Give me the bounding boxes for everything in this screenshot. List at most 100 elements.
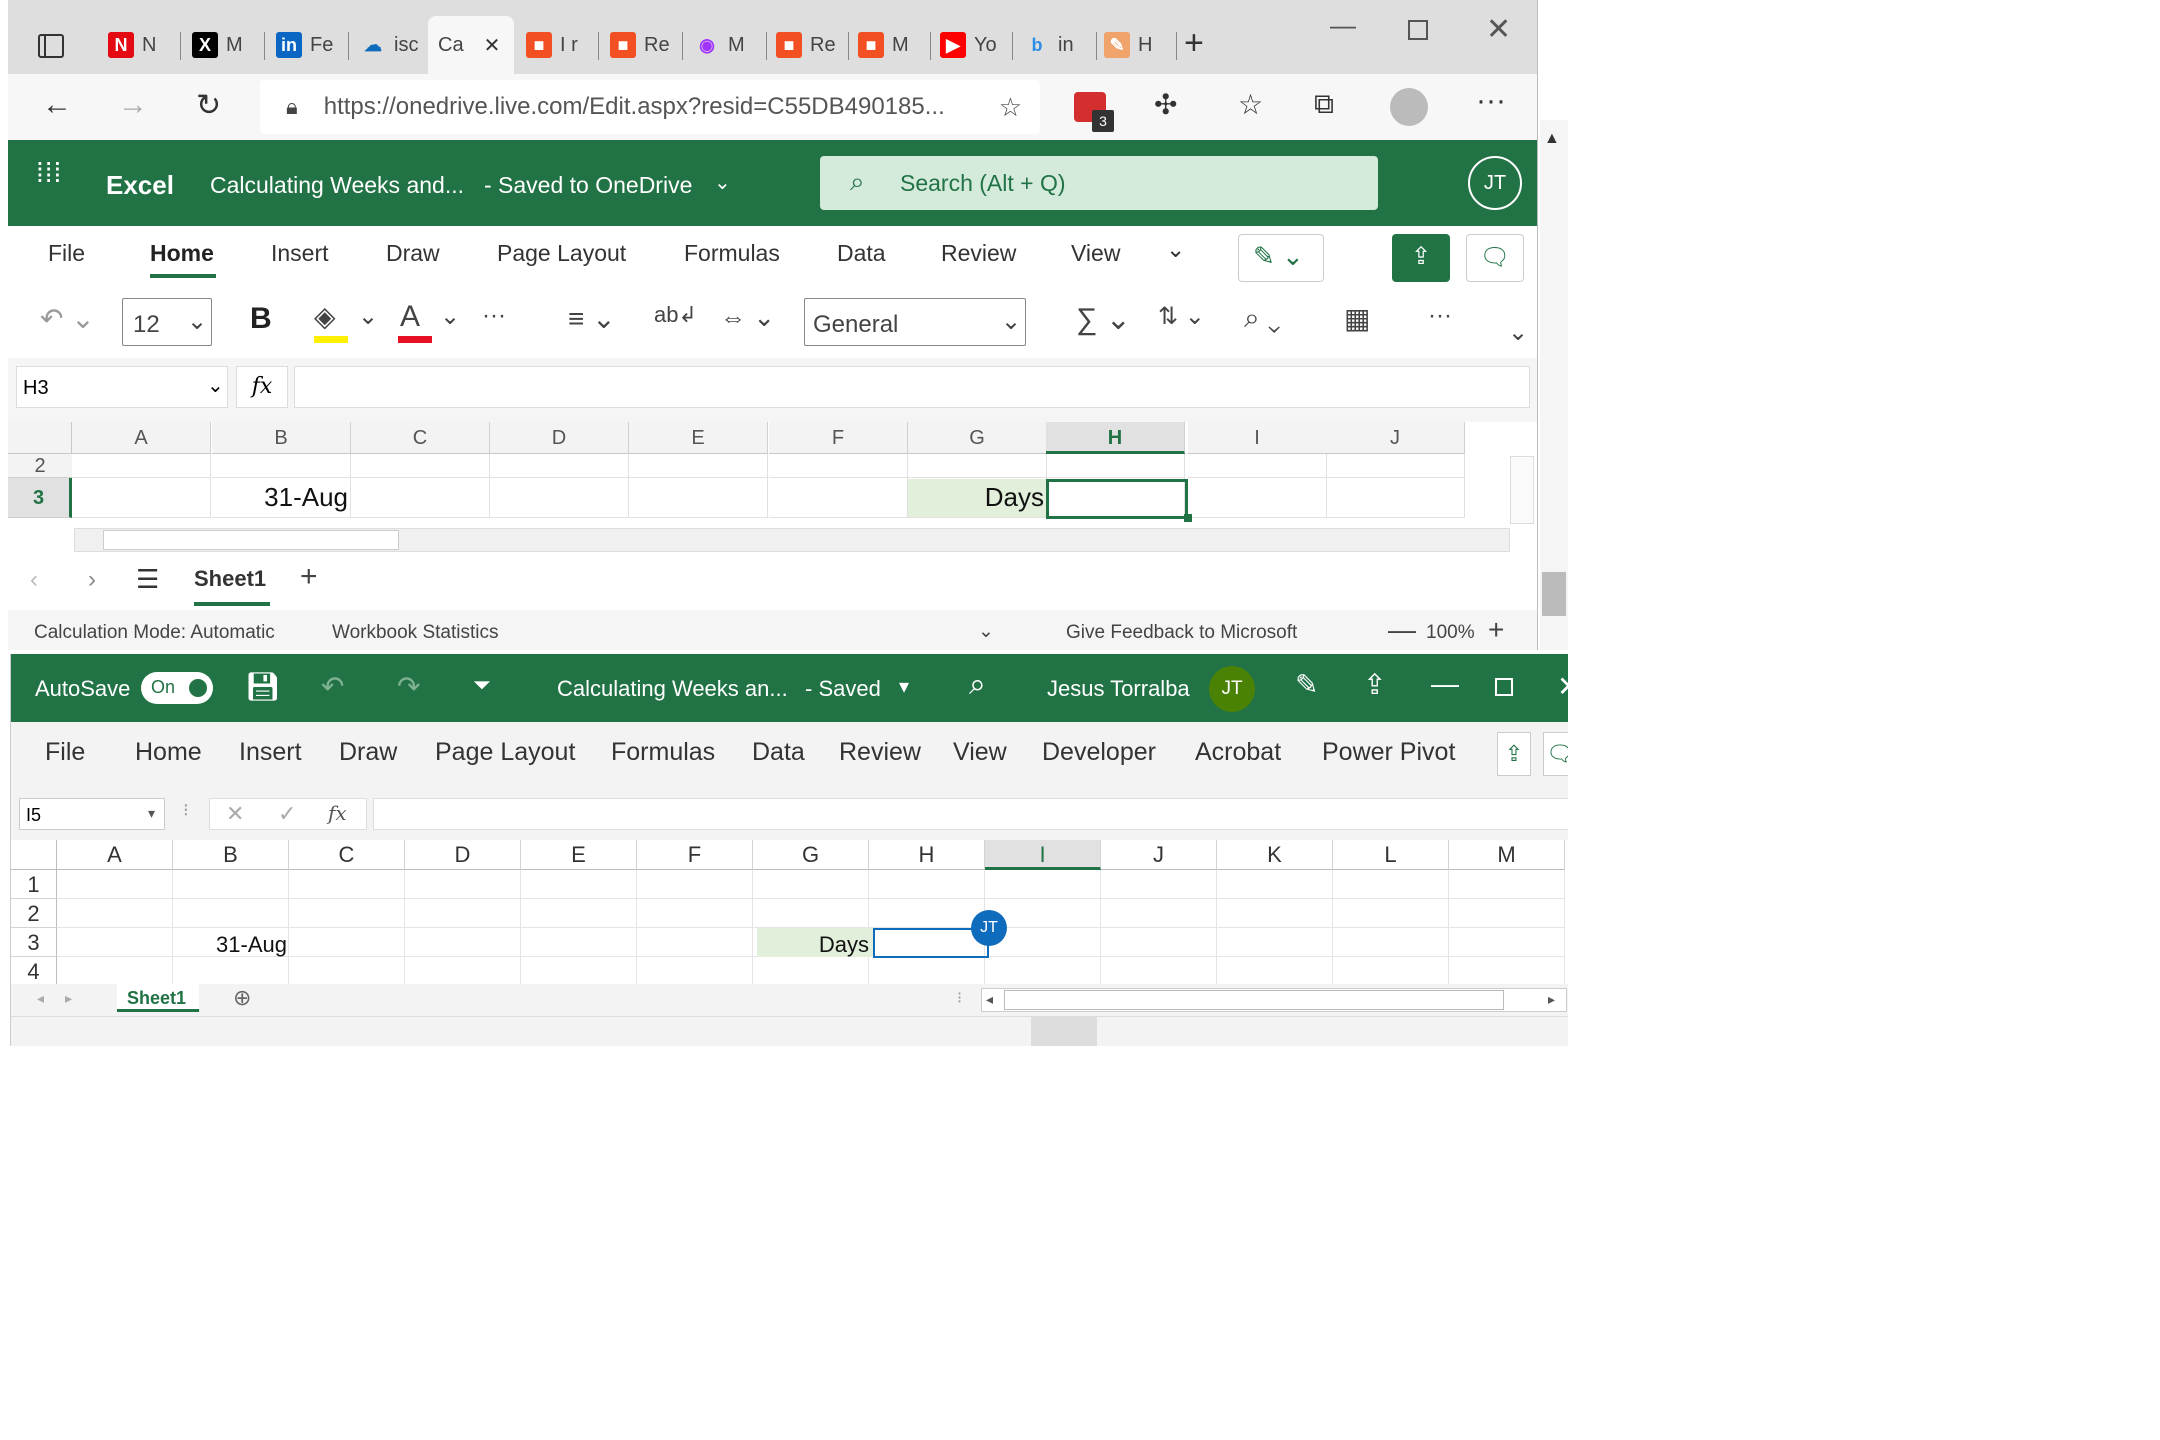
grid-cell[interactable] [1333,870,1449,899]
grid-cell[interactable] [289,899,405,928]
active-cell-H3[interactable] [1046,479,1188,519]
grid-cell[interactable] [1449,899,1565,928]
browser-tab[interactable]: ▶ Yo [930,16,1013,74]
expand-ribbon-icon[interactable]: ⌄ [1508,318,1528,347]
tab-review[interactable]: Review [839,738,921,767]
comments-icon[interactable]: 🗨︎ [1543,732,1568,776]
grid-cell[interactable] [1188,478,1327,518]
grid-cell[interactable] [869,957,985,986]
scroll-up-icon[interactable]: ▲ [1544,130,1560,148]
tab-page-layout[interactable]: Page Layout [435,738,575,767]
feedback-link[interactable]: Give Feedback to Microsoft [1066,622,1297,644]
chevron-down-icon[interactable]: ⌄ [440,302,460,331]
sheet-tab-sheet1[interactable]: Sheet1 [117,984,199,1012]
browser-tab[interactable]: ◉ M [684,16,767,74]
font-size-select[interactable]: 12 ⌄ [122,298,212,346]
browser-tab[interactable]: NN [98,16,181,74]
grid-cell[interactable] [769,478,908,518]
tab-draw[interactable]: Draw [339,738,397,767]
grid-cell[interactable] [1449,928,1565,957]
grid-cell[interactable] [1101,928,1217,957]
grid-cell[interactable] [908,454,1047,478]
grid-cell[interactable] [1333,957,1449,986]
column-header-M[interactable]: M [1449,840,1565,870]
column-header-J[interactable]: J [1326,422,1465,454]
browser-tab[interactable]: ■ I r [516,16,599,74]
column-header-B[interactable]: B [212,422,351,454]
tab-home[interactable]: Home [150,240,214,267]
row-header-3[interactable]: 3 [11,928,57,957]
browser-tab[interactable]: XM [182,16,265,74]
share-icon[interactable]: ⇪ [1392,234,1450,282]
fill-color-icon[interactable]: ◈ [314,300,336,333]
ribbon-display-icon[interactable]: ⇪ [1363,668,1386,701]
browser-scrollbar[interactable]: ▲ [1540,120,1568,650]
next-sheet-icon[interactable]: › [88,566,96,594]
grid-cell[interactable] [351,478,490,518]
column-header-D[interactable]: D [490,422,629,454]
chevron-down-icon[interactable]: ⌄ [358,302,378,331]
browser-tab[interactable]: Ca ✕ [428,16,514,74]
grid-cell[interactable] [637,870,753,899]
save-status[interactable]: - Saved [805,676,881,702]
formula-input[interactable] [373,798,1568,830]
tab-view[interactable]: View [1071,240,1120,267]
row-header-2[interactable]: 2 [8,454,72,478]
browser-tab[interactable]: ■ Re [600,16,683,74]
normal-view-icon[interactable] [1031,1017,1097,1046]
column-header-J[interactable]: J [1101,840,1217,870]
maximize-icon[interactable] [1495,678,1513,696]
save-status[interactable]: - Saved to OneDrive [484,172,692,199]
coauthor-presence-avatar[interactable]: JT [971,910,1007,946]
close-icon[interactable]: ✕ [1486,12,1511,47]
horizontal-scrollbar[interactable] [74,528,1510,552]
enter-icon[interactable]: ✓ [278,801,296,827]
zoom-level[interactable]: 100% [1426,622,1475,644]
lock-icon[interactable]: 🔒︎ [286,94,298,120]
grid-cell[interactable] [521,957,637,986]
column-header-C[interactable]: C [289,840,405,870]
column-header-H[interactable]: H [869,840,985,870]
grid-cell[interactable] [869,899,985,928]
profile-avatar[interactable] [1390,88,1428,126]
grid-cell[interactable] [521,928,637,957]
close-tab-icon[interactable]: ✕ [484,33,501,58]
row-header-1[interactable]: 1 [11,870,57,899]
column-header-A[interactable]: A [72,422,211,454]
column-header-F[interactable]: F [769,422,908,454]
wrap-text-icon[interactable]: ab↲ [654,302,697,328]
grid-cell[interactable] [629,478,768,518]
merge-icon[interactable]: ⇔ ⌄ [720,302,775,333]
comments-icon[interactable]: 🗨︎ [1466,234,1524,282]
cancel-icon[interactable]: ✕ [226,801,244,827]
grid-cell[interactable] [490,454,629,478]
extensions-puzzle-icon[interactable]: ✣ [1154,88,1177,121]
tab-file[interactable]: File [48,240,85,267]
tab-view[interactable]: View [953,738,1007,767]
grid-cell[interactable] [753,957,869,986]
zoom-out-icon[interactable]: — [1388,614,1416,646]
favorite-add-icon[interactable]: ☆ [999,92,1022,123]
more-font-options-icon[interactable]: ··· [482,302,506,330]
grid-cell[interactable] [212,454,351,478]
tab-home[interactable]: Home [135,738,202,767]
user-name[interactable]: Jesus Torralba [1047,676,1190,702]
horizontal-scroll-thumb[interactable] [1004,990,1504,1010]
column-header-G[interactable]: G [908,422,1047,454]
grid-cell[interactable] [1449,870,1565,899]
grid-cell[interactable] [289,870,405,899]
analyze-data-icon[interactable]: ▦ [1344,302,1370,335]
grid-cell[interactable] [405,870,521,899]
horizontal-scrollbar[interactable]: ◂ ▸ [981,988,1567,1012]
quick-access-menu-icon[interactable]: ⏷ [473,672,491,698]
tab-developer[interactable]: Developer [1042,738,1156,767]
fill-handle[interactable] [1184,514,1192,522]
autosave-toggle[interactable]: On [141,672,213,704]
column-header-L[interactable]: L [1333,840,1449,870]
grid-cell[interactable] [173,870,289,899]
formula-bar-handle[interactable]: ⁝ [183,800,189,821]
coauthor-wand-icon[interactable]: ✎ [1295,668,1318,701]
scroll-left-icon[interactable]: ◂ [986,991,993,1008]
grid-cell[interactable] [753,870,869,899]
grid-cell[interactable] [1333,899,1449,928]
